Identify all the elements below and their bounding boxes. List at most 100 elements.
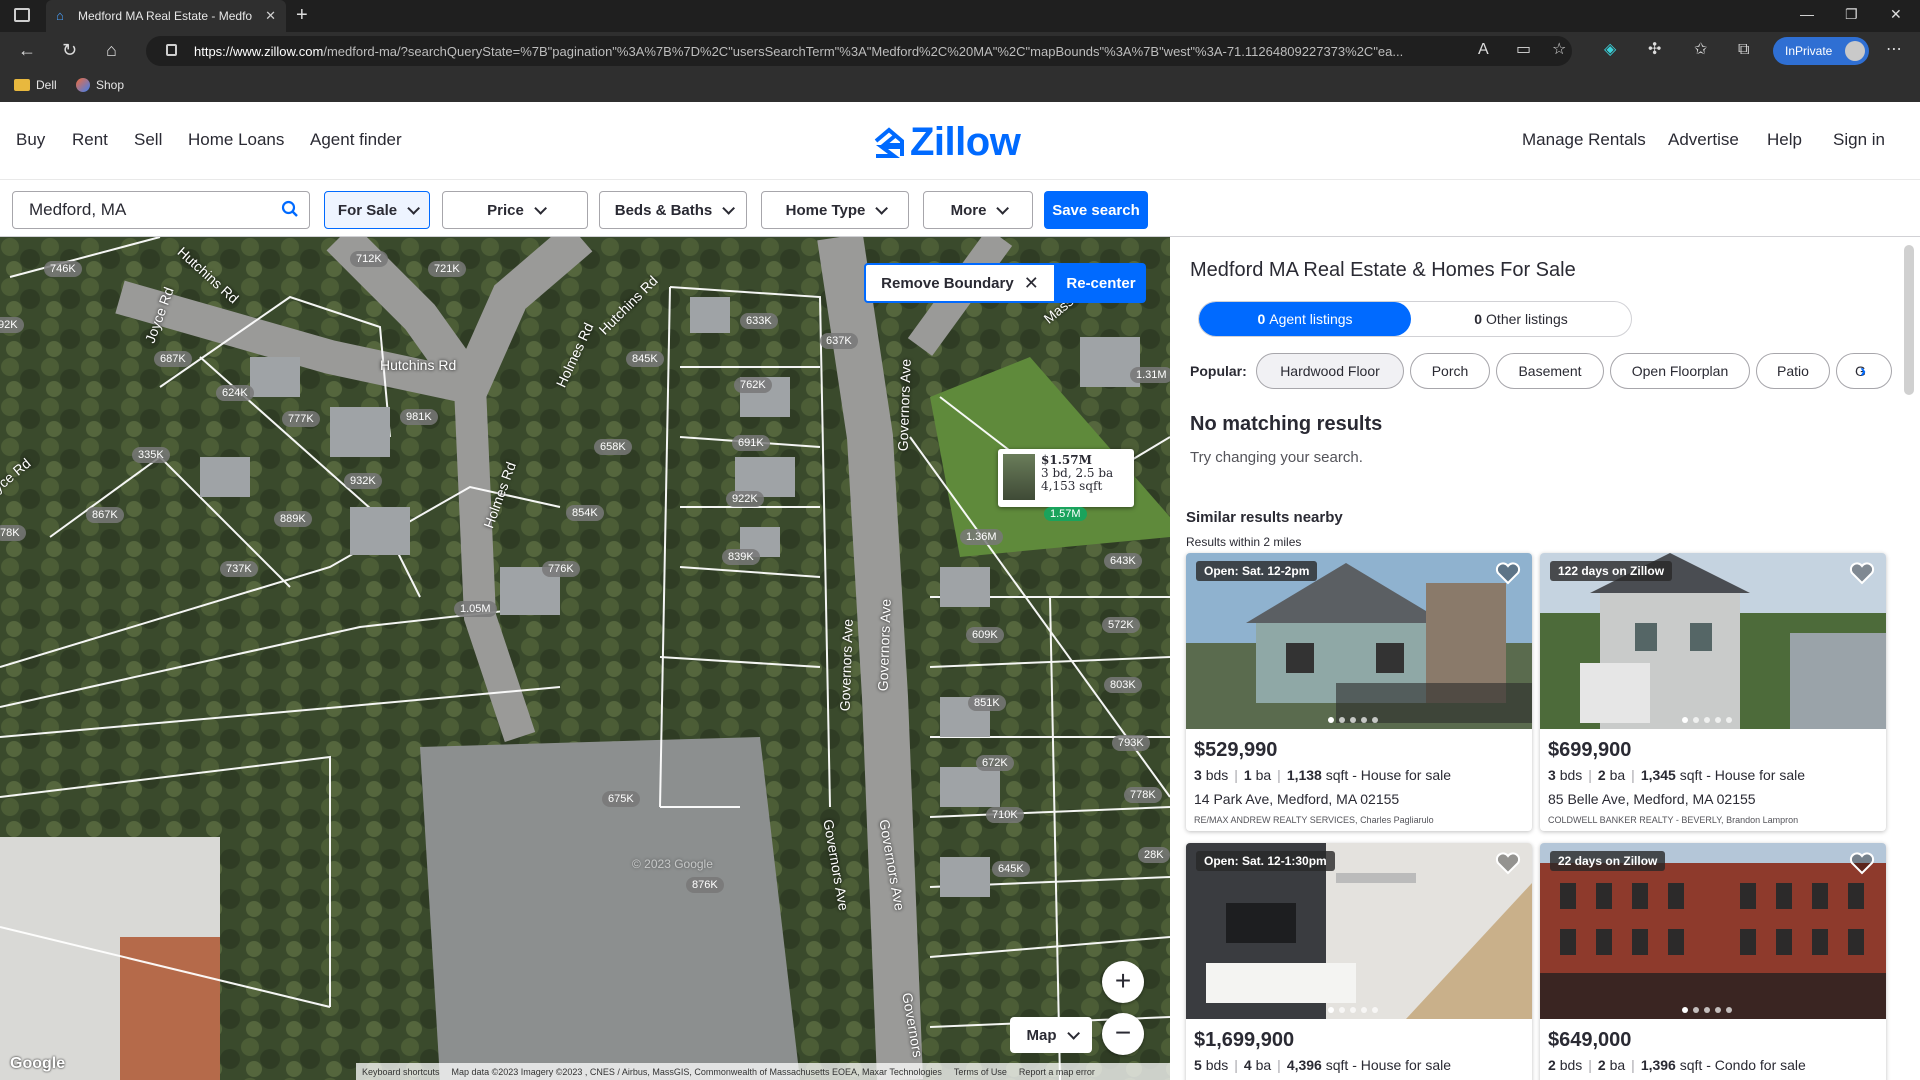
photo-carousel-dots[interactable] (1682, 1007, 1732, 1013)
price-label[interactable]: 658K (594, 439, 632, 455)
price-label[interactable]: 737K (220, 561, 258, 577)
remove-boundary-button[interactable]: Remove Boundary ✕ (864, 263, 1056, 303)
price-label[interactable]: 691K (732, 435, 770, 451)
price-label[interactable]: 643K (1104, 553, 1142, 569)
price-label[interactable]: 1.36M (960, 529, 1003, 545)
nav-rent[interactable]: Rent (72, 130, 108, 150)
listing-address[interactable]: 85 Belle Ave, Medford, MA 02155 (1548, 791, 1756, 807)
more-menu-icon[interactable]: ⋯ (1886, 42, 1902, 58)
immersive-reader-icon[interactable]: ▭ (1516, 42, 1531, 58)
tab-actions-icon[interactable] (14, 8, 30, 22)
chip-porch[interactable]: Porch (1410, 353, 1490, 389)
price-label[interactable]: 876K (686, 877, 724, 893)
favorite-shop[interactable]: Shop (76, 78, 124, 92)
listing-card[interactable]: Open: Sat. 12-1:30pm $1,699,900 5 bds | 4 … (1186, 843, 1532, 1080)
panel-scrollbar[interactable] (1904, 245, 1914, 395)
address-bar[interactable]: https://www.zillow.com/medford-ma/?searc… (146, 36, 1572, 66)
nav-manage-rentals[interactable]: Manage Rentals (1522, 130, 1646, 150)
heart-icon[interactable] (1494, 849, 1522, 877)
price-label[interactable]: 78K (0, 525, 26, 541)
favorites-icon[interactable]: ✩ (1694, 42, 1707, 58)
listing-card[interactable]: 122 days on Zillow $699,900 3 bds | 2 ba | 1… (1540, 553, 1886, 831)
other-listings-tab[interactable]: 0 Other listings (1411, 302, 1631, 336)
nav-sell[interactable]: Sell (134, 130, 162, 150)
price-label[interactable]: 28K (1138, 847, 1170, 863)
extension-icon[interactable]: ◈ (1604, 42, 1616, 58)
collections-icon[interactable]: ⧉ (1738, 42, 1749, 58)
price-label[interactable]: 1.31M (1130, 367, 1170, 383)
map-listing-popup[interactable]: $1.57M 3 bd, 2.5 ba 4,153 sqft (998, 449, 1134, 507)
price-label[interactable]: 572K (1102, 617, 1140, 633)
price-label[interactable]: 712K (350, 251, 388, 267)
restore-icon[interactable]: ❐ (1845, 6, 1858, 23)
heart-icon[interactable] (1848, 849, 1876, 877)
selected-price-pin[interactable]: 1.57M (1044, 507, 1087, 521)
listing-card[interactable]: Open: Sat. 12-2pm $529,990 3 bds | 1 ba | 1,… (1186, 553, 1532, 831)
price-label[interactable]: 776K (542, 561, 580, 577)
terms-of-use-link[interactable]: Terms of Use (954, 1067, 1007, 1077)
inprivate-button[interactable]: InPrivate (1773, 37, 1869, 65)
nav-agent-finder[interactable]: Agent finder (310, 130, 402, 150)
photo-carousel-dots[interactable] (1682, 717, 1732, 723)
close-tab-icon[interactable]: ✕ (265, 8, 276, 24)
price-label[interactable]: 851K (968, 695, 1006, 711)
extensions-icon[interactable]: ✣ (1648, 42, 1661, 58)
price-label[interactable]: 672K (976, 755, 1014, 771)
price-dropdown[interactable]: Price (442, 191, 588, 229)
price-label[interactable]: 839K (722, 549, 760, 565)
refresh-icon[interactable]: ↻ (62, 41, 77, 59)
chevron-right-icon[interactable]: › (1860, 361, 1866, 382)
price-label[interactable]: 845K (626, 351, 664, 367)
home-type-dropdown[interactable]: Home Type (761, 191, 909, 229)
search-input[interactable]: Medford, MA (12, 191, 310, 229)
price-label[interactable]: 777K (282, 411, 320, 427)
browser-tab[interactable]: ⌂ Medford MA Real Estate - Medfo ✕ (46, 0, 286, 32)
price-label[interactable]: 687K (154, 351, 192, 367)
price-label[interactable]: 746K (44, 261, 82, 277)
price-label[interactable]: 645K (992, 861, 1030, 877)
chip-basement[interactable]: Basement (1496, 353, 1604, 389)
report-error-link[interactable]: Report a map error (1019, 1067, 1095, 1077)
beds-baths-dropdown[interactable]: Beds & Baths (599, 191, 747, 229)
price-label[interactable]: 778K (1124, 787, 1162, 803)
zillow-logo[interactable]: Zillow (874, 120, 1021, 165)
minimize-icon[interactable]: — (1800, 6, 1814, 22)
keyboard-shortcuts-link[interactable]: Keyboard shortcuts (362, 1067, 440, 1077)
close-window-icon[interactable]: ✕ (1890, 6, 1902, 23)
price-label[interactable]: 803K (1104, 677, 1142, 693)
listing-card[interactable]: 22 days on Zillow $649,000 2 bds | 2 ba | 1,… (1540, 843, 1886, 1080)
more-dropdown[interactable]: More (923, 191, 1033, 229)
heart-icon[interactable] (1848, 559, 1876, 587)
chip-patio[interactable]: Patio (1756, 353, 1830, 389)
photo-carousel-dots[interactable] (1328, 1007, 1378, 1013)
price-label[interactable]: 609K (966, 627, 1004, 643)
listing-address[interactable]: 14 Park Ave, Medford, MA 02155 (1194, 791, 1399, 807)
new-tab-icon[interactable]: + (296, 4, 308, 26)
chip-open-floorplan[interactable]: Open Floorplan (1610, 353, 1750, 389)
nav-buy[interactable]: Buy (16, 130, 45, 150)
nav-help[interactable]: Help (1767, 130, 1802, 150)
zoom-in-button[interactable]: + (1102, 961, 1144, 1003)
price-label[interactable]: 981K (400, 409, 438, 425)
price-label[interactable]: 889K (274, 511, 312, 527)
photo-carousel-dots[interactable] (1328, 717, 1378, 723)
nav-advertise[interactable]: Advertise (1668, 130, 1739, 150)
map-view[interactable]: Hutchins Rd Joyce Rd Hutchins Rd Hutchin… (0, 237, 1170, 1080)
back-icon[interactable]: ← (18, 41, 36, 59)
map-type-dropdown[interactable]: Map (1010, 1017, 1092, 1053)
for-sale-dropdown[interactable]: For Sale (324, 191, 430, 229)
zoom-out-button[interactable]: − (1102, 1013, 1144, 1055)
price-label[interactable]: 675K (602, 791, 640, 807)
price-label[interactable]: 762K (734, 377, 772, 393)
price-label[interactable]: 633K (740, 313, 778, 329)
price-label[interactable]: 867K (86, 507, 124, 523)
read-aloud-icon[interactable]: A (1478, 42, 1489, 58)
save-search-button[interactable]: Save search (1044, 191, 1148, 229)
price-label[interactable]: 637K (820, 333, 858, 349)
heart-icon[interactable] (1494, 559, 1522, 587)
price-label[interactable]: 721K (428, 261, 466, 277)
price-label[interactable]: 92K (0, 317, 24, 333)
price-label[interactable]: 793K (1112, 735, 1150, 751)
price-label[interactable]: 335K (132, 447, 170, 463)
search-icon[interactable] (281, 200, 299, 218)
